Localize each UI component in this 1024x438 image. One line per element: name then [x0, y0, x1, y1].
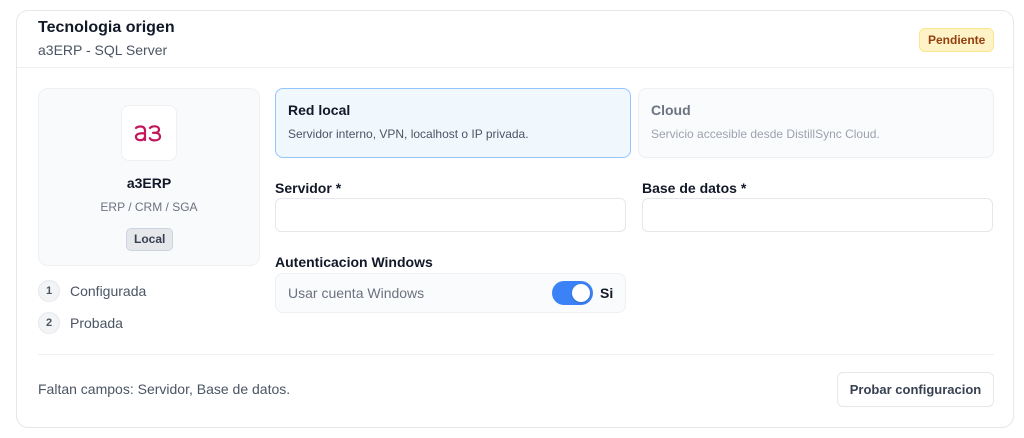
database-input[interactable] [642, 198, 993, 232]
step-number: 2 [38, 312, 60, 334]
test-configuration-button[interactable]: Probar configuracion [837, 372, 994, 407]
option-description: Servidor interno, VPN, localhost o IP pr… [288, 127, 529, 141]
windows-auth-toggle-state: Si [600, 285, 614, 301]
windows-auth-row: Usar cuenta Windows Si [275, 273, 626, 313]
step-label: Probada [70, 315, 123, 331]
server-input[interactable] [275, 198, 626, 232]
missing-fields-message: Faltan campos: Servidor, Base de datos. [38, 381, 291, 397]
step-number: 1 [38, 280, 60, 302]
option-title: Red local [288, 102, 351, 118]
status-badge: Pendiente [919, 28, 995, 52]
option-red-local[interactable]: Red local Servidor interno, VPN, localho… [275, 88, 631, 158]
footer-divider [38, 354, 994, 355]
option-cloud[interactable]: Cloud Servicio accesible desde DistillSy… [638, 88, 994, 158]
source-technology-card: Tecnologia origen a3ERP - SQL Server Pen… [16, 10, 1014, 428]
step-label: Configurada [70, 283, 147, 299]
toggle-knob [572, 284, 590, 302]
windows-auth-toggle-text: Usar cuenta Windows [288, 285, 425, 301]
product-category: ERP / CRM / SGA [100, 200, 198, 214]
card-title: Tecnologia origen [38, 19, 175, 36]
product-name: a3ERP [126, 175, 172, 191]
windows-auth-label: Autenticacion Windows [275, 254, 433, 270]
step-tested: 2 Probada [38, 312, 123, 334]
server-label: Servidor * [275, 180, 342, 196]
option-title: Cloud [651, 102, 691, 118]
database-label: Base de datos * [642, 180, 747, 196]
step-configured: 1 Configurada [38, 280, 146, 302]
card-subtitle: a3ERP - SQL Server [38, 42, 168, 58]
card-header: Tecnologia origen a3ERP - SQL Server Pen… [17, 11, 1013, 68]
product-panel: a3ERP ERP / CRM / SGA Local [38, 88, 260, 266]
a3-logo-icon [134, 125, 162, 142]
mode-badge: Local [126, 228, 174, 251]
a3-logo [121, 105, 177, 161]
windows-auth-toggle[interactable] [552, 281, 593, 305]
option-description: Servicio accesible desde DistillSync Clo… [651, 127, 880, 141]
